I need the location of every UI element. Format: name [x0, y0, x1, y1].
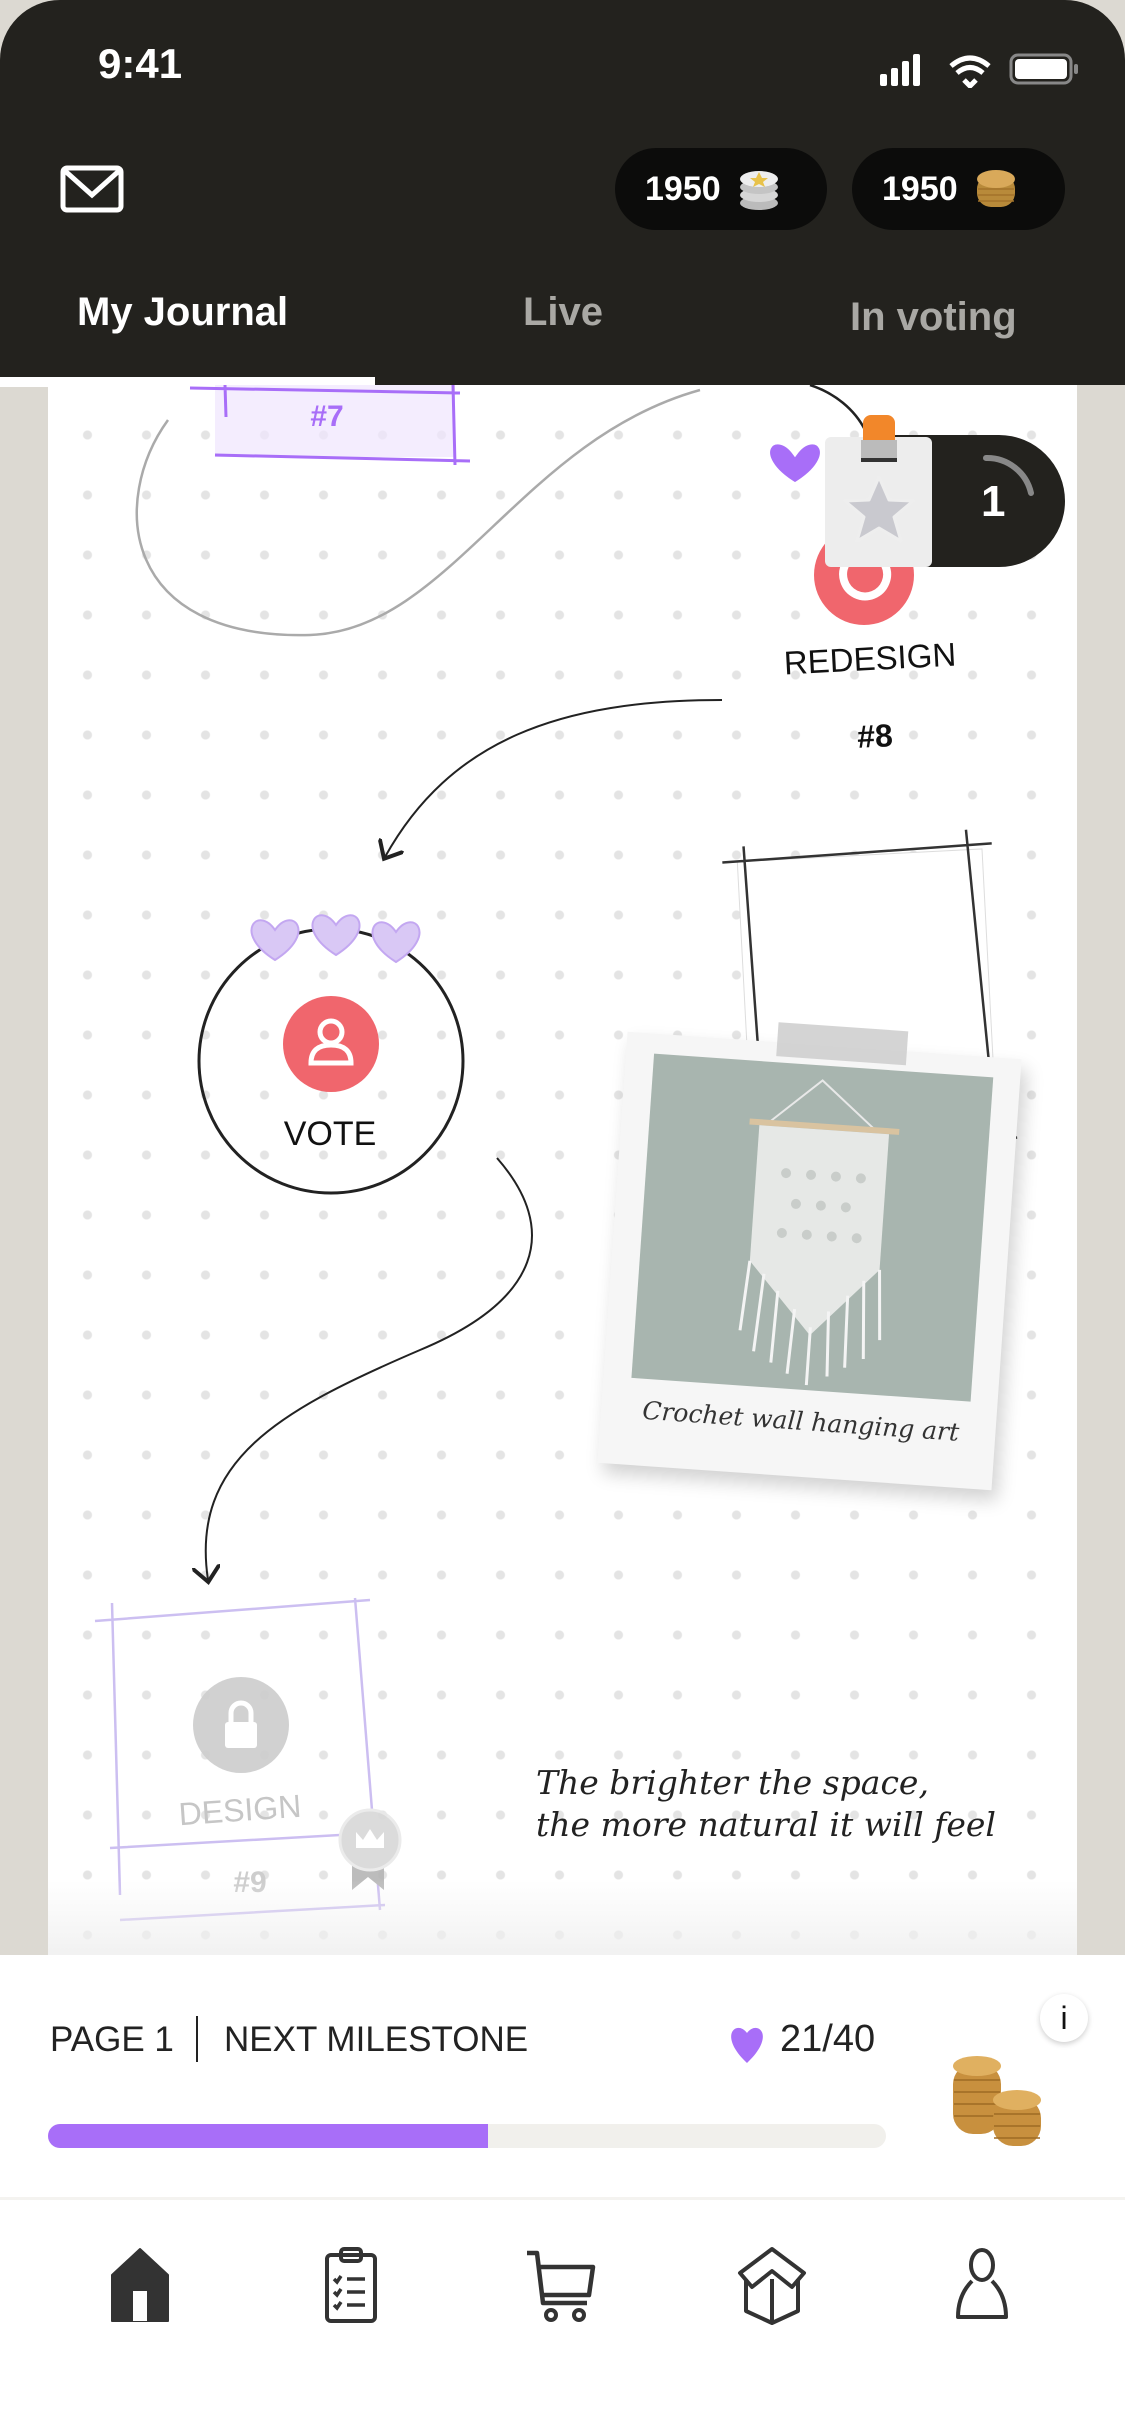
- milestone-progress-bar: [48, 2124, 886, 2148]
- silver-amount: 1950: [645, 169, 721, 208]
- polaroid[interactable]: Crochet wall hanging art: [597, 1022, 1022, 1491]
- silver-coins-icon: [739, 171, 778, 210]
- nav-box-icon[interactable]: [732, 2245, 812, 2325]
- vote-label[interactable]: VOTE: [230, 1115, 430, 1154]
- polaroid-caption: Crochet wall hanging art: [641, 1395, 961, 1447]
- lock-icon: [225, 1722, 257, 1748]
- gold-coins-icon: [976, 170, 1015, 207]
- gold-currency-pill[interactable]: 1950: [852, 148, 1065, 230]
- divider: [196, 2016, 198, 2062]
- tab-my-journal[interactable]: My Journal: [77, 290, 288, 335]
- status-time: 9:41: [98, 40, 183, 87]
- wall-hanging-photo: [631, 1053, 994, 1402]
- nav-profile-icon[interactable]: [942, 2245, 1022, 2325]
- page-fade: [48, 1880, 1077, 1955]
- silver-currency-pill[interactable]: 1950: [615, 148, 827, 230]
- progress-fill: [48, 2124, 488, 2148]
- status-icons: [880, 53, 1078, 88]
- card-7-number[interactable]: #7: [192, 400, 462, 434]
- milestone-label: NEXT MILESTONE: [224, 2020, 529, 2059]
- heart-count: 21/40: [780, 2018, 876, 2060]
- connector-line: [809, 385, 867, 431]
- battery-icon: [1009, 53, 1078, 85]
- gold-coins-stack-icon: [953, 2056, 1041, 2146]
- vote-hearts: [250, 914, 421, 964]
- page-label: PAGE 1: [50, 2020, 174, 2059]
- heart-icon: [731, 2027, 763, 2063]
- wifi-icon: [949, 55, 991, 88]
- nav-divider: [0, 2197, 1125, 2200]
- tab-live[interactable]: Live: [523, 290, 603, 335]
- connector-arrow: [206, 1157, 533, 1580]
- nav-tasks-icon[interactable]: [311, 2245, 391, 2325]
- info-button[interactable]: i: [1040, 1994, 1088, 2042]
- star-badge[interactable]: 1: [811, 415, 1065, 567]
- quote-line-1: The brighter the space,: [536, 1763, 929, 1802]
- signal-icon: [880, 54, 920, 86]
- gold-amount: 1950: [882, 169, 958, 208]
- tab-in-voting[interactable]: In voting: [850, 295, 1017, 340]
- nav-home-icon[interactable]: [100, 2245, 180, 2325]
- badge-count: 1: [981, 477, 1006, 526]
- quote: The brighter the space, the more natural…: [536, 1762, 996, 1846]
- crown-ribbon-icon: [338, 1808, 402, 1890]
- nav-shop-icon[interactable]: [521, 2245, 601, 2325]
- envelope-icon[interactable]: [60, 165, 124, 213]
- quote-line-2: the more natural it will feel: [536, 1805, 996, 1844]
- connector-arrow: [385, 699, 723, 857]
